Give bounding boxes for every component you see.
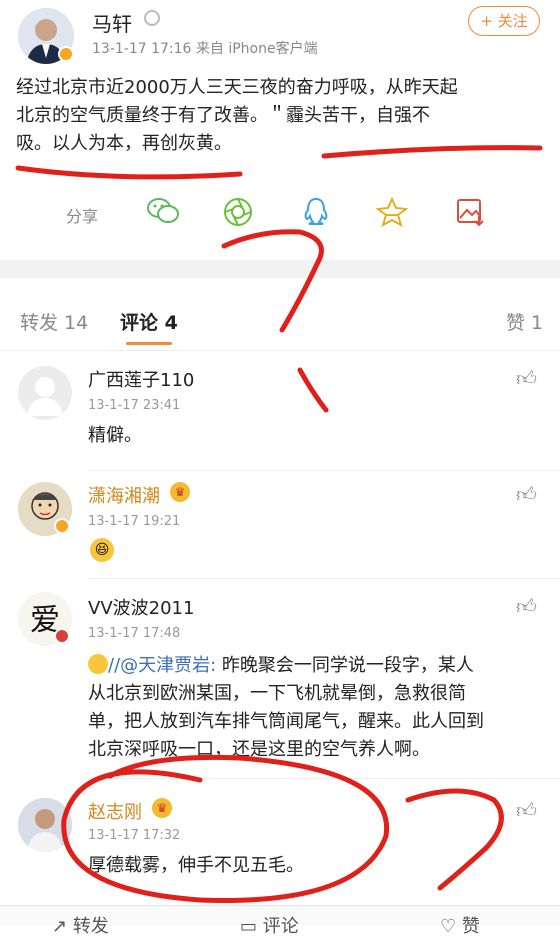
post-text: 经过北京市近2000万人三天三夜的奋力呼吸，从昨天起 北京的空气质量终于有了改善… (16, 74, 546, 158)
post-text-line: 吸。以人为本，再创灰黄。 (16, 133, 232, 154)
repost-icon: ↗ (52, 916, 73, 937)
tab-repost[interactable]: 转发 14 (20, 308, 88, 335)
bottom-like-button[interactable]: ♡ 赞 (440, 912, 480, 938)
verified-badge-icon (54, 518, 70, 534)
share-label: 分享 (66, 207, 99, 226)
thumbs-up-icon[interactable]: 👍︎ (516, 594, 537, 619)
thumbs-up-icon[interactable]: 👍︎ (516, 366, 537, 391)
commenter-avatar[interactable] (18, 798, 72, 852)
post-text-line: 北京的空气质量终于有了改善。＂霾头苦干，自强不 (16, 105, 430, 126)
thumbs-up-icon[interactable]: 👍︎ (516, 798, 537, 823)
tab-like[interactable]: 赞 1 (506, 308, 543, 335)
commenter-name[interactable]: 赵志刚 (88, 798, 142, 824)
bottom-repost-button[interactable]: ↗ 转发 (52, 912, 109, 938)
vip-crown-icon: ♛ (152, 798, 172, 818)
commenter-name[interactable]: 潇海湘潮 (88, 482, 160, 508)
comment-text: 精僻。 (88, 425, 142, 446)
post-text-line: 经过北京市近2000万人三天三夜的奋力呼吸，从昨天起 (16, 77, 458, 98)
like-icon: ♡ (440, 916, 462, 937)
comment-time: 13-1-17 19:21 (88, 514, 181, 529)
tabs-divider (0, 350, 560, 351)
moments-icon[interactable] (222, 196, 254, 228)
author-name[interactable]: 马轩 (92, 8, 132, 37)
verified-badge-icon (58, 46, 74, 62)
tab-active-underline (126, 342, 172, 345)
question-mark-stroke (405, 788, 504, 891)
bottom-comment-label: 评论 (262, 916, 299, 937)
comment-time: 13-1-17 17:48 (88, 626, 181, 641)
question-mark-stroke (297, 367, 329, 413)
comment-text-line: 单，把人放到汽车排气筒闻尾气，醒来。此人回到 (88, 711, 484, 732)
bottom-bar: ↗ 转发 ▭ 评论 ♡ 赞 (0, 905, 560, 937)
level-medal-icon (144, 10, 160, 26)
follow-label: + 关注 (480, 12, 528, 30)
bottom-repost-label: 转发 (72, 916, 109, 937)
section-gap (0, 260, 560, 278)
commenter-avatar[interactable] (18, 366, 72, 420)
tab-comment[interactable]: 评论 4 (120, 308, 178, 335)
vip-crown-icon: ♛ (170, 482, 190, 502)
comment-divider (88, 470, 560, 471)
follow-button[interactable]: + 关注 (468, 6, 540, 36)
underline-stroke (15, 165, 243, 180)
comment-divider (88, 778, 560, 779)
thinking-emoji-icon (88, 654, 108, 674)
mention-link[interactable]: //@天津贾岩: (108, 655, 216, 676)
comment-time: 13-1-17 17:32 (88, 828, 181, 843)
comment-text: 厚德载雾，伸手不见五毛。 (88, 855, 304, 876)
comment-text-line: 从北京到欧洲某国，一下飞机就晕倒，急救很简 (88, 683, 466, 704)
badge-icon (54, 628, 70, 644)
post-meta: 13-1-17 17:16 来自 iPhone客户端 (92, 41, 318, 57)
commenter-name[interactable]: VV波波2011 (88, 594, 194, 620)
comment-text: //@天津贾岩: 昨晚聚会一同学说一段字，某人 从北京到欧洲某国，一下飞机就晕倒… (88, 652, 548, 764)
comment-text-line: 北京深呼吸一口，还是这里的空气养人啊。 (88, 739, 430, 760)
question-mark-stroke (221, 229, 324, 333)
thumbs-up-icon[interactable]: 👍︎ (516, 482, 537, 507)
bottom-comment-button[interactable]: ▭ 评论 (240, 912, 299, 938)
laughing-emoji-icon: 😆 (90, 538, 114, 562)
comment-text-line: 昨晚聚会一同学说一段字，某人 (216, 655, 474, 676)
qq-icon[interactable] (302, 196, 330, 228)
comment-time: 13-1-17 23:41 (88, 398, 181, 413)
wechat-icon[interactable] (146, 196, 180, 226)
commenter-name[interactable]: 广西莲子110 (88, 366, 194, 392)
save-image-icon[interactable] (454, 196, 486, 228)
favorite-star-icon[interactable] (376, 196, 408, 228)
comment-icon: ▭ (240, 916, 263, 937)
comment-divider (88, 578, 560, 579)
bottom-like-label: 赞 (461, 916, 480, 937)
